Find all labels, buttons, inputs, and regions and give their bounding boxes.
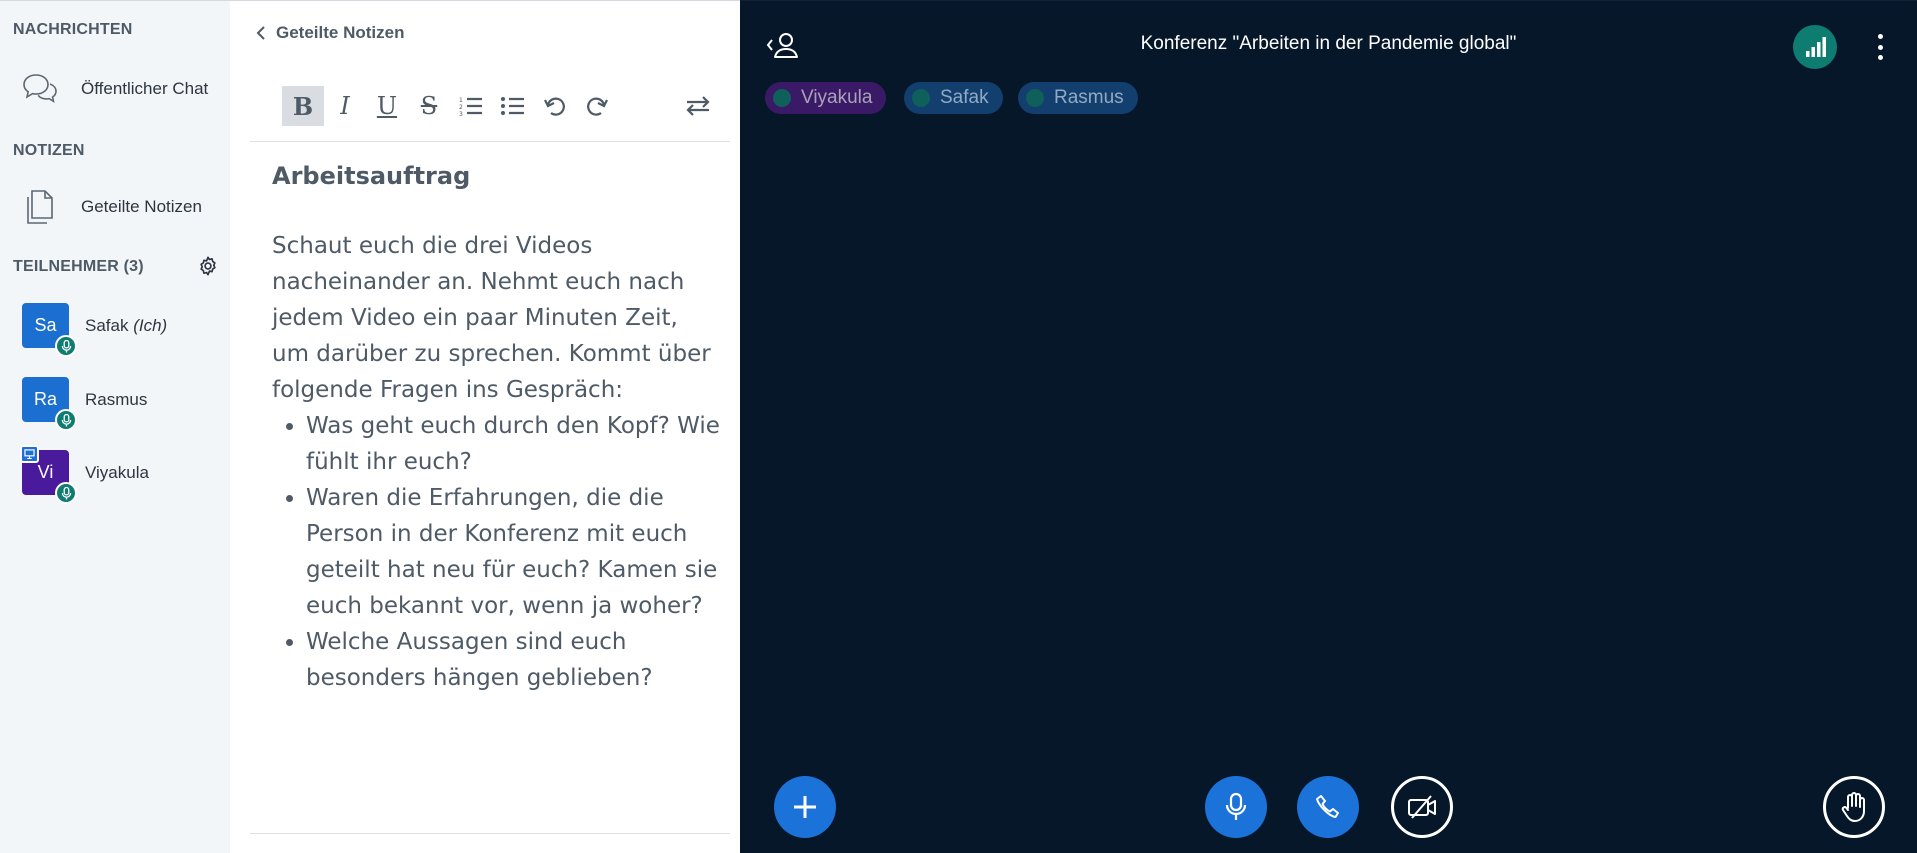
shared-notes-panel: Geteilte Notizen B I U S 1 2 3 Arbeitsau… bbox=[230, 0, 740, 853]
import-export-button[interactable] bbox=[677, 86, 719, 126]
notes-heading: Arbeitsauftrag bbox=[272, 162, 471, 190]
svg-text:2: 2 bbox=[459, 104, 463, 111]
redo-button[interactable] bbox=[576, 86, 618, 126]
bullet-list-button[interactable] bbox=[492, 86, 534, 126]
talker-indicator-safak: Safak bbox=[904, 82, 1003, 114]
plus-icon bbox=[794, 796, 816, 818]
notes-bullet-list: Was geht euch durch den Kopf? Wie fühlt … bbox=[272, 408, 722, 696]
talker-name: Viyakula bbox=[801, 87, 873, 108]
actions-button[interactable] bbox=[774, 776, 836, 838]
messages-section-title: NACHRICHTEN bbox=[13, 21, 133, 38]
underline-button[interactable]: U bbox=[366, 86, 408, 126]
notes-bottom-divider bbox=[250, 833, 730, 834]
participant-name: Safak (Ich) bbox=[85, 316, 167, 336]
avatar-initials: Ra bbox=[33, 389, 57, 409]
notes-section-title: NOTIZEN bbox=[13, 142, 85, 159]
public-chat-item[interactable]: Öffentlicher Chat bbox=[0, 61, 230, 117]
microphone-icon bbox=[1225, 792, 1247, 820]
undo-icon bbox=[544, 97, 565, 116]
participant-viyakula[interactable]: Vi Viyakula bbox=[0, 440, 230, 504]
bold-button[interactable]: B bbox=[282, 86, 324, 126]
avatar-initials: Sa bbox=[34, 315, 57, 335]
talker-name: Rasmus bbox=[1054, 87, 1124, 108]
leave-audio-button[interactable] bbox=[1297, 776, 1359, 838]
raise-hand-button[interactable] bbox=[1823, 776, 1885, 838]
ordered-list-icon: 1 2 3 bbox=[459, 97, 482, 117]
documents-icon bbox=[27, 190, 53, 224]
microphone-icon bbox=[55, 335, 77, 357]
toolbar-divider bbox=[250, 141, 730, 142]
main-conference-area: Konferenz "Arbeiten in der Pandemie glob… bbox=[740, 0, 1917, 853]
talker-indicator-rasmus: Rasmus bbox=[1018, 82, 1138, 114]
list-item: Waren die Erfahrungen, die die Person in… bbox=[306, 480, 722, 624]
chevron-left-icon bbox=[256, 26, 265, 40]
svg-text:3: 3 bbox=[459, 111, 463, 117]
participant-self-suffix: (Ich) bbox=[133, 316, 168, 335]
connection-status-button[interactable] bbox=[1793, 25, 1837, 69]
microphone-icon bbox=[55, 482, 77, 504]
participant-name: Viyakula bbox=[85, 463, 149, 482]
strikethrough-button[interactable]: S bbox=[408, 86, 450, 126]
hand-icon bbox=[1841, 792, 1865, 822]
talker-indicator-viyakula: Viyakula bbox=[765, 82, 887, 114]
camera-off-icon bbox=[1408, 795, 1436, 819]
list-item: Welche Aussagen sind euch besonders häng… bbox=[306, 624, 722, 696]
redo-icon bbox=[587, 97, 608, 116]
italic-button[interactable]: I bbox=[324, 86, 366, 126]
user-list-panel: NACHRICHTEN Öffentlicher Chat NOTIZEN Ge… bbox=[0, 0, 230, 853]
talking-dot bbox=[1026, 89, 1044, 107]
undo-button[interactable] bbox=[534, 86, 576, 126]
talking-dot bbox=[912, 89, 930, 107]
talking-dot bbox=[773, 89, 791, 107]
presentation-icon bbox=[20, 445, 39, 463]
notes-paragraph: Schaut euch die drei Videos nacheinander… bbox=[272, 233, 711, 404]
avatar-initials: Vi bbox=[37, 462, 54, 482]
participant-name: Rasmus bbox=[85, 390, 148, 409]
notes-title: Geteilte Notizen bbox=[276, 23, 405, 42]
public-chat-label: Öffentlicher Chat bbox=[81, 79, 209, 98]
mute-button[interactable] bbox=[1205, 776, 1267, 838]
editor-toolbar: B I U S 1 2 3 bbox=[282, 86, 722, 126]
chat-bubbles-icon bbox=[23, 74, 57, 103]
talker-name: Safak bbox=[940, 87, 989, 108]
phone-icon bbox=[1316, 795, 1339, 818]
notes-back-button[interactable]: Geteilte Notizen bbox=[256, 19, 404, 47]
conference-title: Konferenz "Arbeiten in der Pandemie glob… bbox=[1140, 33, 1517, 54]
ordered-list-button[interactable]: 1 2 3 bbox=[450, 86, 492, 126]
participant-rasmus[interactable]: Ra Rasmus bbox=[0, 367, 230, 431]
svg-text:1: 1 bbox=[459, 97, 463, 104]
notes-document[interactable]: Arbeitsauftrag Schaut euch die drei Vide… bbox=[272, 161, 722, 696]
signal-bars-icon bbox=[1806, 37, 1826, 57]
list-item: Was geht euch durch den Kopf? Wie fühlt … bbox=[306, 408, 722, 480]
bullet-list-icon bbox=[501, 97, 524, 115]
participant-safak[interactable]: Sa Safak (Ich) bbox=[0, 293, 230, 357]
swap-arrows-icon bbox=[686, 96, 710, 116]
microphone-icon bbox=[55, 409, 77, 431]
more-vertical-icon[interactable] bbox=[1870, 31, 1890, 63]
gear-icon[interactable] bbox=[197, 255, 219, 277]
shared-notes-item[interactable]: Geteilte Notizen bbox=[0, 179, 230, 235]
participant-name-text: Safak bbox=[85, 316, 129, 335]
participants-section-title: TEILNEHMER (3) bbox=[13, 258, 144, 275]
share-camera-button[interactable] bbox=[1391, 776, 1453, 838]
shared-notes-label: Geteilte Notizen bbox=[81, 197, 202, 216]
